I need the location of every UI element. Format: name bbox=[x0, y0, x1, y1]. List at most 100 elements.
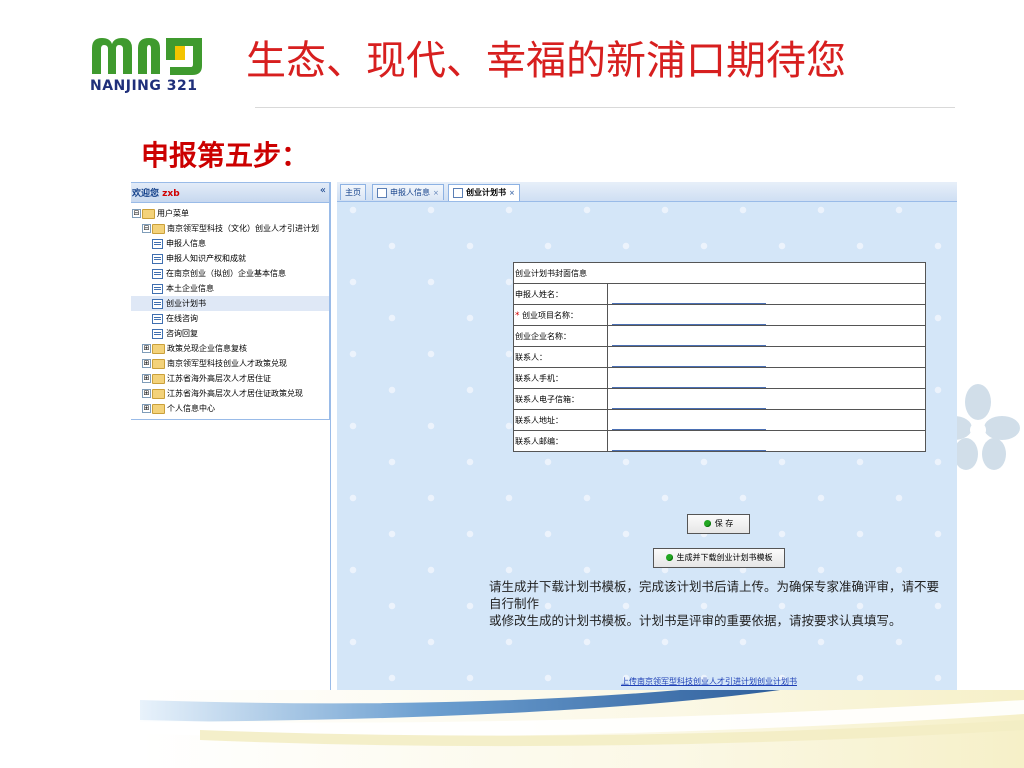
menu-tree-node-label: 南京领军型科技创业人才政策兑现 bbox=[167, 359, 287, 368]
form-row: 联系人电子信箱： bbox=[512, 388, 926, 410]
form-row: 申报人姓名： bbox=[512, 283, 926, 305]
menu-tree-node[interactable]: 申报人信息 bbox=[131, 236, 329, 251]
field-label: * 创业项目名称： bbox=[512, 304, 609, 326]
menu-tree-node[interactable]: 本土企业信息 bbox=[131, 281, 329, 296]
expand-node-icon[interactable]: ⊞ bbox=[142, 359, 151, 368]
menu-tree-node[interactable]: ⊞ 江苏省海外高层次人才居住证 bbox=[131, 371, 329, 386]
field-cell bbox=[607, 388, 926, 410]
field-label-text: 联系人： bbox=[515, 352, 547, 362]
tab-business-plan-label: 创业计划书 bbox=[466, 188, 506, 197]
field-cell bbox=[607, 304, 926, 326]
close-icon[interactable]: × bbox=[433, 185, 439, 201]
tab-strip: 主页 申报人信息 × 创业计划书 × bbox=[337, 182, 957, 202]
menu-tree-node[interactable]: ⊟ 南京领军型科技（文化）创业人才引进计划 bbox=[131, 221, 329, 236]
field-label: 创业企业名称： bbox=[512, 325, 609, 347]
business-plan-cover-form: 创业计划书封面信息 申报人姓名： * 创业项目名称： 创业企业名称： 联系人： … bbox=[512, 262, 926, 452]
menu-tree-node[interactable]: ⊞ 政策兑现企业信息复核 bbox=[131, 341, 329, 356]
field-label: 联系人： bbox=[512, 346, 609, 368]
form-row: 联系人地址： bbox=[512, 409, 926, 431]
save-button[interactable]: 保 存 bbox=[687, 514, 750, 534]
upload-business-plan-link[interactable]: 上传南京领军型科技创业人才引进计划创业计划书 bbox=[621, 676, 797, 687]
contact-address-input[interactable] bbox=[612, 415, 767, 430]
username: zxb bbox=[162, 189, 180, 199]
tab-business-plan[interactable]: 创业计划书 × bbox=[448, 184, 520, 201]
menu-tree-node[interactable]: ⊞ 江苏省海外高层次人才居住证政策兑现 bbox=[131, 386, 329, 401]
form-row: 联系人： bbox=[512, 346, 926, 368]
left-menu-panel: 欢迎您 zxb « ⊟ 用户菜单 ⊟ 南京领军型科技（文化）创业人才引进计划申报人信息… bbox=[131, 182, 331, 696]
folder-icon bbox=[152, 373, 165, 384]
folder-icon bbox=[152, 343, 165, 354]
menu-tree-node[interactable]: ⊟ 用户菜单 bbox=[131, 206, 329, 221]
form-row: 创业企业名称： bbox=[512, 325, 926, 347]
collapse-panel-button[interactable]: « bbox=[320, 185, 326, 196]
menu-tree-box: 欢迎您 zxb « ⊟ 用户菜单 ⊟ 南京领军型科技（文化）创业人才引进计划申报人信息… bbox=[131, 182, 330, 420]
contact-email-input[interactable] bbox=[612, 394, 767, 409]
company-name-input[interactable] bbox=[612, 331, 767, 346]
page-icon bbox=[152, 238, 163, 249]
menu-tree-node[interactable]: 咨询回复 bbox=[131, 326, 329, 341]
menu-tree-node[interactable]: ⊞ 南京领军型科技创业人才政策兑现 bbox=[131, 356, 329, 371]
contact-name-input[interactable] bbox=[612, 352, 767, 367]
folder-icon bbox=[152, 223, 165, 234]
contact-postcode-input[interactable] bbox=[612, 436, 767, 451]
header-divider bbox=[255, 107, 955, 108]
form-row: 联系人邮编： bbox=[512, 430, 926, 452]
field-label-text: 联系人电子信箱： bbox=[515, 394, 579, 404]
collapse-node-icon[interactable]: ⊟ bbox=[132, 209, 141, 218]
menu-tree-node-label: 用户菜单 bbox=[157, 209, 189, 218]
tab-applicant-info[interactable]: 申报人信息 × bbox=[372, 184, 444, 200]
logo-mnj-glyph bbox=[92, 38, 202, 75]
instruction-line-1: 请生成并下载计划书模板，完成该计划书后请上传。为确保专家准确评审，请不要自行制作 bbox=[489, 579, 940, 611]
expand-node-icon[interactable]: ⊞ bbox=[142, 389, 151, 398]
form-row: 联系人手机： bbox=[512, 367, 926, 389]
menu-tree-node[interactable]: 在南京创业（拟创）企业基本信息 bbox=[131, 266, 329, 281]
logo-text: NANJING 321 bbox=[90, 78, 198, 94]
menu-tree-node[interactable]: 申报人知识产权和成就 bbox=[131, 251, 329, 266]
form-header: 创业计划书封面信息 bbox=[513, 262, 926, 284]
menu-tree-node-label: 政策兑现企业信息复核 bbox=[167, 344, 247, 353]
green-dot-icon bbox=[665, 554, 673, 561]
field-cell bbox=[607, 346, 926, 368]
page-icon bbox=[377, 187, 387, 198]
field-cell bbox=[607, 283, 926, 305]
menu-tree-node[interactable]: ⊞ 个人信息中心 bbox=[131, 401, 329, 416]
tab-home-label: 主页 bbox=[345, 188, 361, 197]
menu-tree-node-label: 在南京创业（拟创）企业基本信息 bbox=[166, 269, 286, 278]
main-content-panel: 主页 申报人信息 × 创业计划书 × 创业计划书封面信息 申报人姓名： * 创业项目… bbox=[337, 182, 957, 696]
field-cell bbox=[607, 367, 926, 389]
applicant-name-input[interactable] bbox=[612, 289, 767, 304]
menu-tree-node-label: 咨询回复 bbox=[166, 329, 198, 338]
close-icon[interactable]: × bbox=[509, 185, 515, 201]
menu-tree-node-label: 在线咨询 bbox=[166, 314, 198, 323]
instruction-line-2: 或修改生成的计划书模板。计划书是评审的重要依据，请按要求认真填写。 bbox=[489, 613, 902, 628]
field-label: 联系人电子信箱： bbox=[512, 388, 609, 410]
expand-node-icon[interactable]: ⊞ bbox=[142, 374, 151, 383]
folder-icon bbox=[152, 403, 165, 414]
expand-node-icon[interactable]: ⊞ bbox=[142, 344, 151, 353]
tab-home[interactable]: 主页 bbox=[340, 184, 366, 200]
generate-template-button[interactable]: 生成并下载创业计划书模板 bbox=[653, 548, 785, 568]
instruction-note: 请生成并下载计划书模板，完成该计划书后请上传。为确保专家准确评审，请不要自行制作… bbox=[489, 578, 949, 629]
project-name-input[interactable] bbox=[612, 310, 767, 325]
field-cell bbox=[607, 325, 926, 347]
field-cell bbox=[607, 430, 926, 452]
menu-tree-node-label: 江苏省海外高层次人才居住证 bbox=[167, 374, 271, 383]
menu-tree-node-label: 个人信息中心 bbox=[167, 404, 215, 413]
menu-tree-node-label: 申报人知识产权和成就 bbox=[166, 254, 246, 263]
generate-template-button-label: 生成并下载创业计划书模板 bbox=[676, 553, 773, 562]
expand-node-icon[interactable]: ⊞ bbox=[142, 404, 151, 413]
step-title: 申报第五步： bbox=[141, 139, 310, 172]
menu-tree: ⊟ 用户菜单 ⊟ 南京领军型科技（文化）创业人才引进计划申报人信息申报人知识产权和成就… bbox=[131, 206, 329, 416]
field-label-text: 联系人手机： bbox=[515, 373, 563, 383]
menu-tree-node[interactable]: 在线咨询 bbox=[131, 311, 329, 326]
decorative-wave-band bbox=[140, 690, 1024, 768]
contact-mobile-input[interactable] bbox=[612, 373, 767, 388]
menu-tree-node-label: 申报人信息 bbox=[166, 239, 206, 248]
nanjing-321-logo: NANJING 321 bbox=[88, 30, 218, 100]
collapse-node-icon[interactable]: ⊟ bbox=[142, 224, 151, 233]
menu-tree-node[interactable]: 创业计划书 bbox=[131, 296, 329, 311]
menu-tree-node-label: 创业计划书 bbox=[166, 299, 206, 308]
save-button-label: 保 存 bbox=[714, 519, 734, 528]
welcome-label: 欢迎您 bbox=[132, 189, 160, 199]
folder-icon bbox=[152, 388, 165, 399]
